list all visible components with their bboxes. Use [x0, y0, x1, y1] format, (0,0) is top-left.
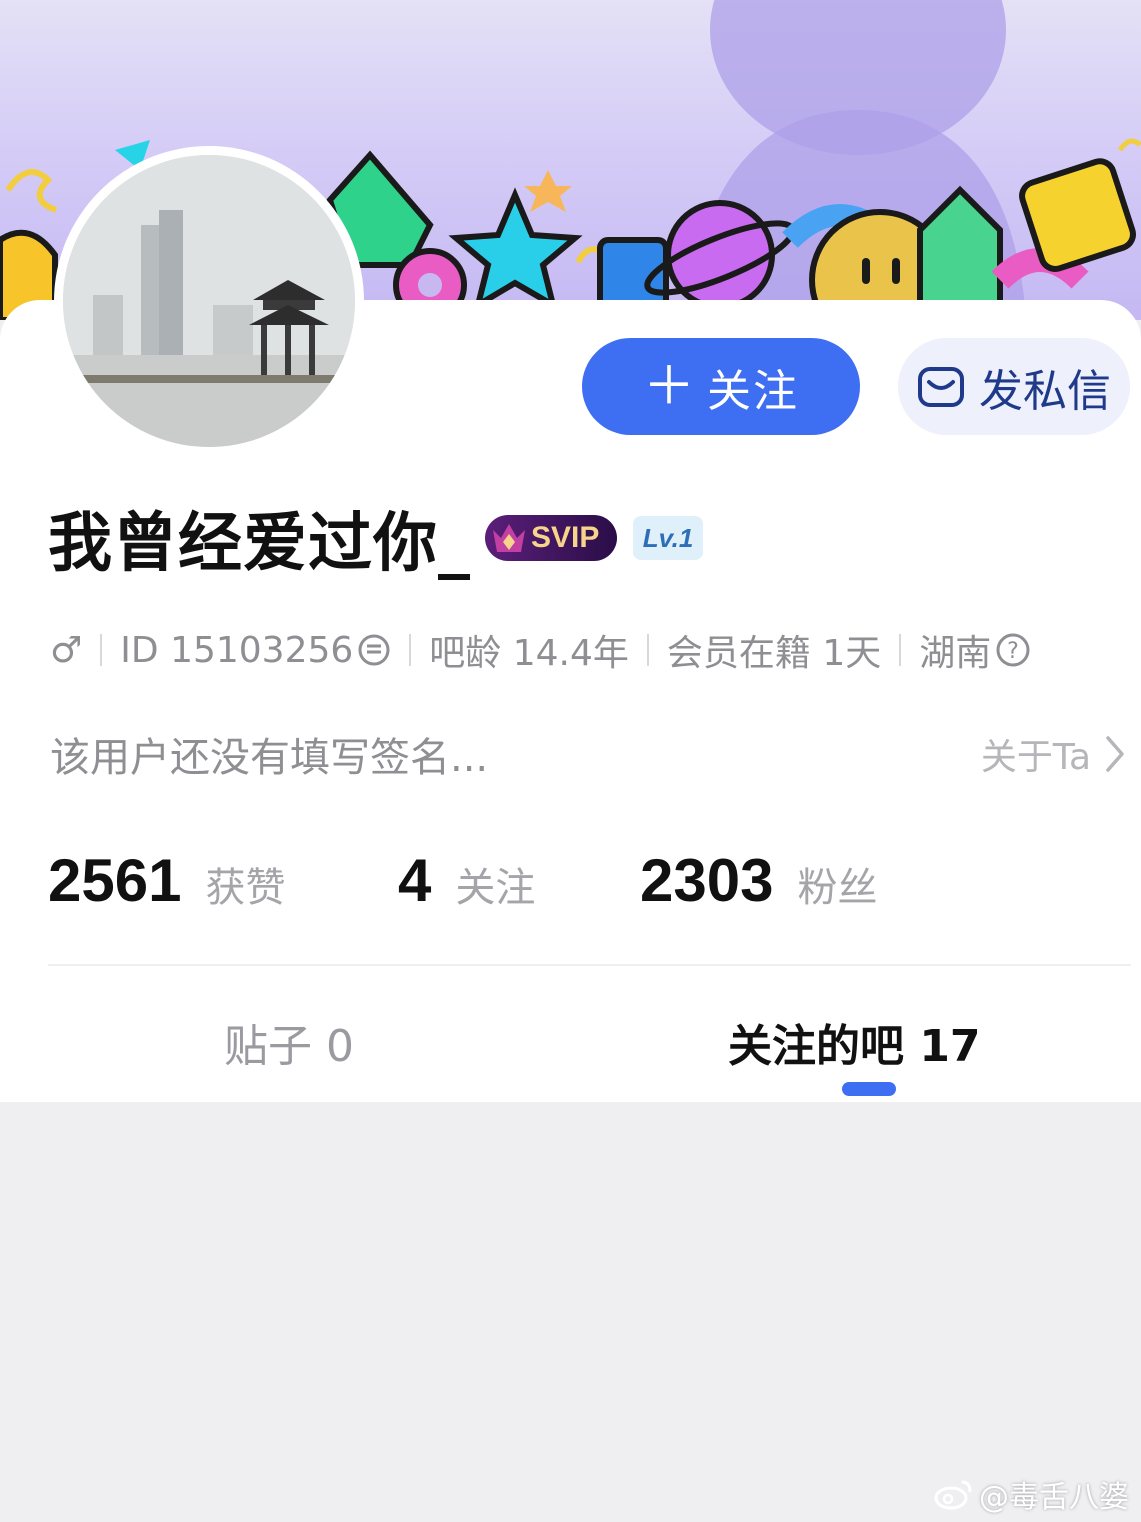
- meta-divider: [899, 634, 902, 666]
- tab-posts[interactable]: 贴子 0: [224, 1010, 354, 1074]
- avatar-image: [63, 155, 355, 447]
- copy-icon: [357, 633, 391, 667]
- watermark-text: @毒舌八婆: [979, 1480, 1129, 1515]
- send-message-button[interactable]: 发私信: [898, 338, 1130, 435]
- stat-label: 粉丝: [797, 865, 878, 911]
- user-id-text: ID 15103256: [120, 629, 354, 671]
- weibo-icon: [933, 1478, 973, 1510]
- member-days: 会员在籍 1天: [666, 633, 882, 674]
- svg-text:?: ?: [1007, 639, 1019, 664]
- stat-value: 2303: [640, 847, 774, 914]
- active-tab-indicator: [842, 1082, 896, 1096]
- section-divider: [48, 964, 1131, 966]
- stat-label: 关注: [455, 865, 536, 911]
- plus-icon: ＋: [642, 356, 697, 417]
- send-message-label: 发私信: [979, 365, 1111, 417]
- user-id[interactable]: ID 15103256: [120, 630, 391, 671]
- stat-following[interactable]: 4 关注: [398, 846, 640, 915]
- stat-fans[interactable]: 2303 粉丝: [640, 846, 877, 915]
- stats-row: 2561 获赞 4 关注 2303 粉丝: [48, 846, 877, 918]
- stat-value: 4: [398, 847, 432, 914]
- watermark: @毒舌八婆: [933, 1474, 1129, 1515]
- svip-label: SVIP: [531, 521, 600, 554]
- stat-label: 获赞: [205, 865, 286, 911]
- follow-button-label: 关注: [707, 365, 799, 417]
- bar-age: 吧龄 14.4年: [429, 633, 629, 674]
- user-meta-row: ♂ ID 15103256 吧龄 14.4年 会员在籍 1天 湖南 ?: [50, 622, 1031, 678]
- about-link-label: 关于Ta: [980, 737, 1091, 778]
- signature: 该用户还没有填写签名...: [50, 735, 489, 781]
- stat-value: 2561: [48, 847, 182, 914]
- follow-button[interactable]: ＋ 关注: [582, 338, 860, 435]
- tab-followed-bars[interactable]: 关注的吧 17: [728, 1010, 981, 1074]
- question-icon: ?: [995, 632, 1031, 668]
- svip-badge[interactable]: SVIP: [485, 515, 617, 561]
- avatar[interactable]: [54, 146, 364, 456]
- meta-divider: [409, 634, 412, 666]
- chevron-right-icon: [1105, 735, 1125, 773]
- username-row: 我曾经爱过你_ SVIP Lv.1: [48, 498, 703, 581]
- about-link[interactable]: 关于Ta: [981, 728, 1125, 780]
- stat-likes[interactable]: 2561 获赞: [48, 846, 398, 915]
- username: 我曾经爱过你_: [48, 507, 471, 581]
- signature-row: 该用户还没有填写签名... 关于Ta: [50, 724, 1125, 784]
- crown-icon: [491, 520, 527, 556]
- profile-tabs: 贴子 0 关注的吧 17: [0, 1002, 1141, 1102]
- meta-divider: [646, 634, 649, 666]
- mail-icon: [917, 366, 965, 408]
- location-text: 湖南: [919, 633, 992, 674]
- meta-divider: [100, 634, 103, 666]
- location[interactable]: 湖南 ?: [919, 624, 1031, 676]
- level-badge[interactable]: Lv.1: [633, 516, 703, 560]
- gender-icon: ♂: [50, 629, 83, 671]
